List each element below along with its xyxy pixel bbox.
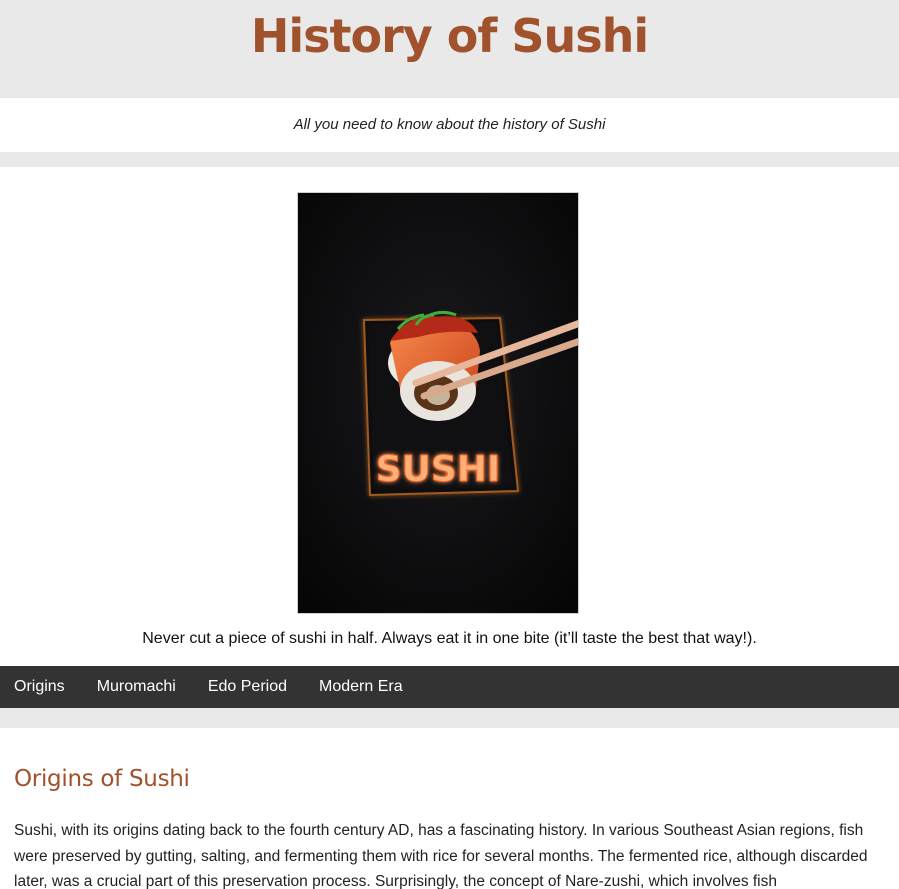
section-heading: Origins of Sushi <box>14 766 190 792</box>
nav-link-modern-era[interactable]: Modern Era <box>303 666 419 708</box>
neon-sushi-text: SUSHI <box>376 449 501 490</box>
page: History of Sushi All you need to know ab… <box>0 0 899 889</box>
sushi-photo: SUSHI <box>297 192 579 614</box>
image-caption: Never cut a piece of sushi in half. Alwa… <box>142 630 757 647</box>
section-paragraph: Sushi, with its origins dating back to t… <box>14 822 868 889</box>
tagline-box: All you need to know about the history o… <box>0 98 899 152</box>
nav-link-origins[interactable]: Origins <box>0 666 81 708</box>
site-header: History of Sushi <box>0 0 899 98</box>
hero-section: SUSHI Never cut a piece of sushi in half… <box>0 167 899 666</box>
sushi-photo-illustration: SUSHI <box>298 193 578 613</box>
main-nav: Origins Muromachi Edo Period Modern Era <box>0 666 899 708</box>
tagline: All you need to know about the history o… <box>293 116 606 133</box>
nav-link-muromachi[interactable]: Muromachi <box>81 666 192 708</box>
nav-link-edo-period[interactable]: Edo Period <box>192 666 303 708</box>
origins-section: Origins of Sushi Sushi, with its origins… <box>0 728 899 889</box>
page-title: History of Sushi <box>250 9 649 63</box>
